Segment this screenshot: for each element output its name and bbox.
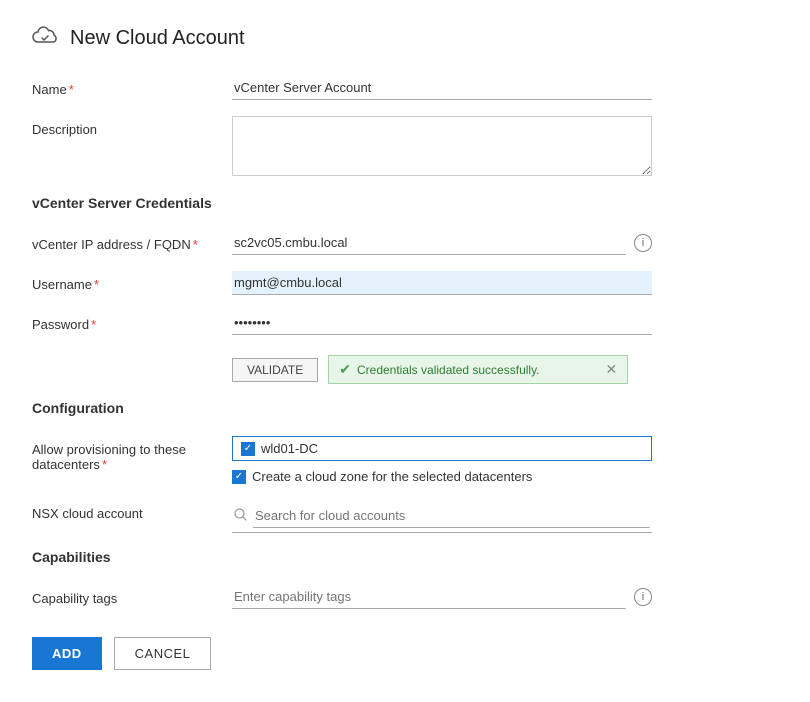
nsx-search-field [232,500,652,533]
add-button[interactable]: ADD [32,637,102,670]
nsx-label: NSX cloud account [32,500,232,521]
username-input[interactable] [232,271,652,295]
validate-row: VALIDATE ✔ Credentials validated success… [32,351,778,384]
name-label: Name* [32,76,232,97]
vcenter-ip-label: vCenter IP address / FQDN* [32,231,232,252]
name-field [232,76,652,100]
nsx-field [232,500,652,533]
capability-tags-input[interactable] [232,585,626,609]
password-label: Password* [32,311,232,332]
vcenter-ip-field: i [232,231,652,255]
datacenter-checkbox[interactable]: ✓ [241,442,255,456]
success-text: Credentials validated successfully. [357,363,540,377]
allow-provisioning-row: Allow provisioning to thesedatacenters* … [32,436,778,484]
allow-provisioning-label: Allow provisioning to thesedatacenters* [32,436,232,472]
allow-provisioning-field: ✓ wld01-DC ✓ Create a cloud zone for the… [232,436,652,484]
credentials-section-title: vCenter Server Credentials [32,195,778,215]
cloud-zone-checkbox[interactable]: ✓ [232,470,246,484]
vcenter-ip-row: vCenter IP address / FQDN* i [32,231,778,255]
success-message-banner: ✔ Credentials validated successfully. ✕ [328,355,628,384]
username-row: Username* [32,271,778,295]
password-field [232,311,652,335]
capability-tags-label: Capability tags [32,585,232,606]
vcenter-ip-info-icon[interactable]: i [634,234,652,252]
validate-button[interactable]: VALIDATE [232,358,318,382]
nsx-search-input[interactable] [253,504,650,528]
vcenter-ip-input[interactable] [232,231,626,255]
password-input[interactable] [232,311,652,335]
page-header: New Cloud Account [32,24,778,52]
cancel-button[interactable]: CANCEL [114,637,212,670]
capabilities-section-title: Capabilities [32,549,778,569]
cloud-icon [32,24,60,52]
cloud-zone-row: ✓ Create a cloud zone for the selected d… [232,469,652,484]
capability-tags-row: Capability tags i [32,585,778,609]
nsx-row: NSX cloud account [32,500,778,533]
page-title: New Cloud Account [70,27,245,50]
capability-info-icon[interactable]: i [634,588,652,606]
description-textarea[interactable] [232,116,652,176]
success-check-icon: ✔ [339,361,351,378]
description-field [232,116,652,179]
capability-tags-field: i [232,585,652,609]
description-row: Description [32,116,778,179]
username-label: Username* [32,271,232,292]
footer-buttons: ADD CANCEL [32,637,778,670]
cloud-zone-label: Create a cloud zone for the selected dat… [252,469,532,484]
datacenter-field[interactable]: ✓ wld01-DC [232,436,652,461]
username-field [232,271,652,295]
datacenter-value: wld01-DC [261,441,318,456]
password-row: Password* [32,311,778,335]
name-input[interactable] [232,76,652,100]
close-success-icon[interactable]: ✕ [606,361,618,378]
search-icon [234,508,247,524]
configuration-section-title: Configuration [32,400,778,420]
description-label: Description [32,116,232,137]
name-row: Name* [32,76,778,100]
